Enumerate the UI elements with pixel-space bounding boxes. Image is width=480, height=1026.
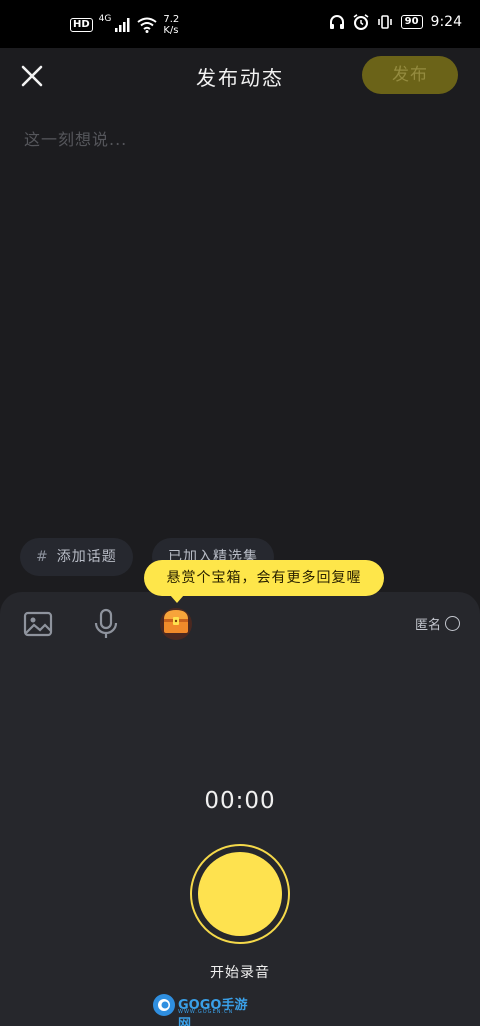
screen: HD 4G 7.2 K/s 90 9:24 发布动态 发布 这一刻想说... #…	[0, 0, 480, 1026]
microphone-icon[interactable]	[88, 606, 124, 642]
watermark: GOGO手游网 WWW.GOGEN.CN	[152, 992, 252, 1026]
clock: 9:24	[430, 14, 462, 30]
add-topic-label: 添加话题	[56, 549, 117, 565]
treasure-tooltip: 悬赏个宝箱，会有更多回复喔	[144, 560, 384, 603]
speed-unit: K/s	[163, 25, 179, 36]
signal-icon	[115, 18, 130, 32]
media-toolbar: 匿名	[0, 592, 480, 654]
hd-badge: HD	[70, 18, 93, 32]
image-icon[interactable]	[20, 606, 56, 642]
bottom-panel: 匿名 00:00 开始录音	[0, 592, 480, 1026]
battery-indicator: 90	[400, 15, 423, 29]
vibrate-icon	[377, 15, 392, 29]
record-label: 开始录音	[210, 965, 270, 981]
status-bar: HD 4G 7.2 K/s 90 9:24	[0, 0, 480, 48]
post-text-input[interactable]	[22, 118, 462, 160]
anonymous-toggle[interactable]: 匿名	[415, 614, 460, 633]
network-type: 4G	[98, 14, 112, 24]
anonymous-radio[interactable]	[445, 616, 460, 631]
publish-button[interactable]: 发布	[362, 56, 458, 94]
treasure-chest-icon[interactable]	[158, 604, 194, 640]
record-core	[198, 852, 282, 936]
watermark-sub: WWW.GOGEN.CN	[178, 1009, 234, 1015]
status-left: HD 4G 7.2 K/s	[70, 14, 179, 36]
speed-value: 7.2	[163, 14, 180, 25]
wifi-icon	[137, 17, 157, 33]
headphones-icon	[329, 15, 344, 29]
alarm-icon	[353, 14, 369, 30]
watermark-logo-icon	[153, 994, 175, 1016]
hash-icon: #	[36, 549, 49, 565]
recording-timer: 00:00	[204, 788, 276, 814]
add-topic-chip[interactable]: # 添加话题	[20, 538, 133, 576]
record-button[interactable]	[190, 844, 290, 944]
network-speed: 7.2 K/s	[163, 14, 179, 36]
status-right: 90 9:24	[329, 14, 462, 30]
anonymous-label: 匿名	[414, 618, 441, 633]
top-nav: 发布动态 发布	[0, 48, 480, 104]
